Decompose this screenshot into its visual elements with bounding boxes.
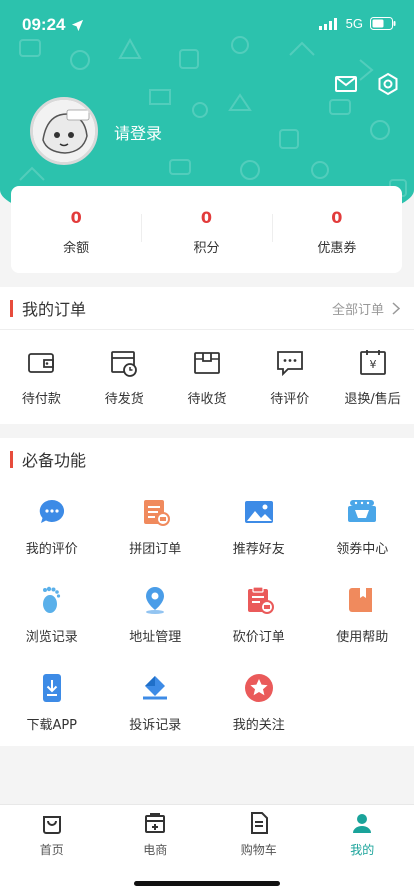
- all-orders-link[interactable]: 全部订单: [332, 299, 400, 318]
- chat-bubble-icon: [39, 499, 64, 523]
- functions-grid: 我的评价 拼团订单 推荐好友 领券中心 浏览记录 地址管理 砍价订单 使用帮助: [0, 480, 414, 760]
- func-group-orders[interactable]: 拼团订单: [104, 496, 208, 584]
- functions-header: 必备功能: [0, 438, 414, 480]
- settings-icon[interactable]: [376, 72, 400, 96]
- wallet-icon: [28, 353, 55, 373]
- footprint-icon: [42, 586, 60, 613]
- avatar[interactable]: [30, 97, 98, 165]
- func-address-management[interactable]: 地址管理: [104, 584, 208, 672]
- order-pending-receive[interactable]: 待收货: [166, 348, 249, 407]
- func-coupon-center[interactable]: 领券中心: [311, 496, 414, 584]
- stat-balance[interactable]: 0 余额: [11, 186, 141, 273]
- pending-ship-icon: [111, 351, 138, 377]
- help-book-icon: [349, 588, 373, 612]
- chevron-right-icon: [392, 302, 400, 315]
- battery-icon: [370, 17, 396, 30]
- package-icon: [194, 352, 220, 374]
- home-indicator: [134, 881, 280, 886]
- func-my-follows[interactable]: 我的关注: [207, 672, 311, 760]
- download-icon: [42, 674, 61, 702]
- stat-value: 0: [70, 208, 82, 227]
- image-icon: [244, 501, 273, 523]
- section-accent-bar: [10, 450, 13, 468]
- orders-header: 我的订单 全部订单: [0, 287, 414, 329]
- section-title: 必备功能: [22, 451, 87, 470]
- star-icon: [244, 674, 273, 702]
- complaint-icon: [143, 676, 168, 700]
- doc-icon: [250, 812, 268, 834]
- bargain-icon: [247, 586, 274, 614]
- location-arrow-icon: [72, 19, 84, 31]
- functions-section: 必备功能 我的评价 拼团订单 推荐好友 领券中心 浏览记录 地址管理 砍价订单 …: [0, 438, 414, 746]
- tab-home[interactable]: 首页: [0, 805, 104, 896]
- func-refer-friends[interactable]: 推荐好友: [207, 496, 311, 584]
- bag-icon: [42, 816, 61, 834]
- order-status-row: 待付款 待发货 待收货 待评价 ¥ 退换/售后: [0, 330, 414, 407]
- func-bargain-orders[interactable]: 砍价订单: [207, 584, 311, 672]
- stat-value: 0: [331, 208, 343, 227]
- section-title: 我的订单: [22, 300, 87, 319]
- func-my-reviews[interactable]: 我的评价: [0, 496, 104, 584]
- orders-section: 我的订单 全部订单 待付款 待发货 待收货 待评价 ¥ 退换/售后: [0, 287, 414, 424]
- group-order-icon: [144, 500, 171, 526]
- section-accent-bar: [10, 299, 13, 317]
- order-refund[interactable]: ¥ 退换/售后: [331, 348, 414, 407]
- comment-icon: [276, 351, 303, 377]
- coupon-icon: [348, 500, 377, 522]
- stat-label: 积分: [193, 241, 220, 256]
- location-icon: [146, 587, 165, 614]
- func-browse-history[interactable]: 浏览记录: [0, 584, 104, 672]
- shop-icon: [145, 813, 166, 833]
- stat-label: 优惠券: [317, 241, 357, 256]
- func-complaint-records[interactable]: 投诉记录: [104, 672, 208, 760]
- login-link[interactable]: 请登录: [114, 120, 162, 144]
- order-pending-ship[interactable]: 待发货: [83, 348, 166, 407]
- account-stats: 0 余额 0 积分 0 优惠券: [11, 186, 402, 273]
- header-actions: [334, 72, 400, 96]
- func-download-app[interactable]: 下载APP: [0, 672, 104, 760]
- status-time: 09:24: [22, 15, 84, 35]
- avatar-mascot-icon: [33, 100, 95, 162]
- network-label: 5G: [345, 16, 363, 31]
- stat-coupons[interactable]: 0 优惠券: [271, 186, 402, 273]
- signal-icon: [318, 17, 337, 30]
- status-bar: 09:24 5G: [0, 0, 414, 52]
- refund-icon: ¥: [359, 350, 386, 375]
- stat-points[interactable]: 0 积分: [141, 186, 271, 273]
- order-pending-review[interactable]: 待评价: [248, 348, 331, 407]
- stat-value: 0: [200, 208, 213, 227]
- mail-icon[interactable]: [334, 72, 358, 96]
- tab-mine[interactable]: 我的: [311, 805, 414, 896]
- user-icon: [353, 814, 372, 833]
- stat-label: 余额: [63, 241, 90, 256]
- order-pending-payment[interactable]: 待付款: [0, 348, 83, 407]
- func-help[interactable]: 使用帮助: [311, 584, 414, 672]
- svg-text:¥: ¥: [369, 358, 376, 371]
